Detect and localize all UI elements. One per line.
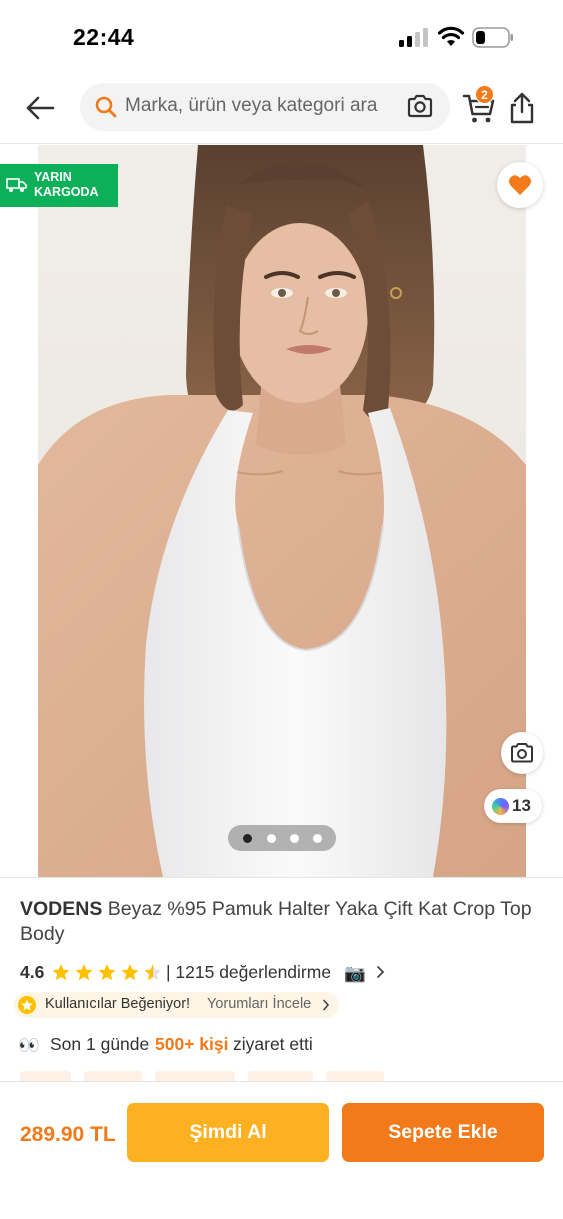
star-icon [75,964,93,981]
product-price: 289.90 TL [20,1123,116,1146]
favorite-button[interactable] [497,162,543,208]
buy-now-button[interactable]: Şimdi Al [127,1103,329,1162]
add-to-cart-button[interactable]: Sepete Ekle [342,1103,544,1162]
product-gallery[interactable]: YARIN KARGODA 13 [0,145,563,877]
feature-tag[interactable] [20,1071,71,1081]
star-icon [98,964,116,981]
feature-tag[interactable] [326,1071,384,1081]
review-count[interactable]: | 1215 değerlendirme [166,962,331,983]
fast-delivery-badge: YARIN KARGODA [0,164,118,207]
chevron-right-icon [323,999,330,1011]
search-header: Marka, ürün veya kategori ara 2 [0,76,563,144]
visitor-count-row: 👀 Son 1 günde 500+ kişi ziyaret etti [18,1034,438,1056]
purchase-bar: 289.90 TL Şimdi Al Sepete Ekle [0,1081,563,1219]
fast-delivery-label: YARIN KARGODA [34,170,99,199]
star-icon [121,964,139,981]
users-like-pill[interactable]: Kullanıcılar Beğeniyor! Yorumları İncele [14,992,339,1018]
users-like-label: Kullanıcılar Beğeniyor! [45,996,191,1012]
chevron-right-icon [377,966,385,978]
share-icon[interactable] [507,90,537,126]
pagination-dot-1[interactable] [243,834,252,843]
brand-name[interactable]: VODENS [20,898,102,920]
heart-icon [509,175,531,195]
half-star-icon [144,964,162,981]
back-arrow-icon[interactable] [22,90,60,126]
status-bar: 22:44 [0,0,563,76]
delivery-truck-icon [6,178,27,192]
product-info: VODENS Beyaz %95 Pamuk Halter Yaka Çift … [0,877,563,1081]
rating-stars [52,964,162,981]
status-time: 22:44 [73,24,135,50]
eyes-icon: 👀 [18,1035,40,1055]
wifi-icon [437,26,465,46]
gallery-pagination[interactable] [228,825,336,851]
star-badge-icon [18,996,36,1014]
product-photo-illustration [38,145,526,877]
product-photo[interactable] [38,145,526,877]
camera-search-icon[interactable] [406,93,434,119]
visitor-prefix: Son 1 günde [50,1034,150,1054]
visitor-count: 500+ kişi [155,1034,229,1054]
pagination-dot-3[interactable] [290,834,299,843]
camera-icon [511,743,533,763]
ai-similar-products-button[interactable]: 13 [484,789,542,823]
pagination-dot-2[interactable] [267,834,276,843]
rating-row[interactable]: 4.6 | 1215 değerlendirme 📷 [20,962,550,984]
visitor-suffix: ziyaret etti [233,1034,313,1054]
battery-icon [472,27,513,48]
ai-icon [492,798,509,815]
feature-tag[interactable] [155,1071,235,1081]
star-icon [52,964,70,981]
cart-count-badge: 2 [475,85,494,104]
search-placeholder: Marka, ürün veya kategori ara [125,95,378,116]
product-title: VODENS Beyaz %95 Pamuk Halter Yaka Çift … [20,897,540,947]
feature-tags-row [0,1071,563,1081]
search-input[interactable]: Marka, ürün veya kategori ara [80,83,450,131]
view-reviews-link[interactable]: Yorumları İncele [207,996,311,1012]
photo-reviews-icon: 📷 [344,963,366,983]
search-icon [95,96,117,118]
feature-tag[interactable] [84,1071,142,1081]
ai-count-label: 13 [512,796,531,815]
pagination-dot-4[interactable] [313,834,322,843]
rating-value: 4.6 [20,962,45,982]
feature-tag[interactable] [248,1071,313,1081]
signal-icon [399,27,429,47]
visual-search-button[interactable] [501,732,543,774]
